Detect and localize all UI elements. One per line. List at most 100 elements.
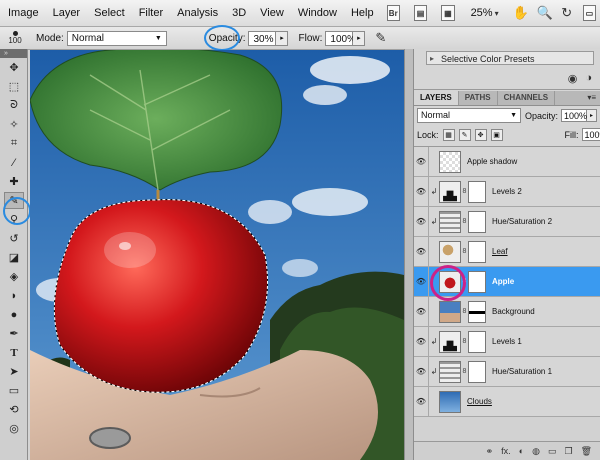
opacity-field[interactable]: 30% xyxy=(248,30,277,46)
layer-opacity-slider-button[interactable]: ▸ xyxy=(587,109,598,122)
layer-apple-shadow[interactable]: 👁 Apple shadow xyxy=(414,146,600,177)
fill-field[interactable]: 100% xyxy=(581,128,600,141)
flow-field[interactable]: 100% xyxy=(325,30,356,46)
adjustment-layer-icon[interactable]: ◉ xyxy=(568,72,578,85)
move-tool-icon[interactable]: ✥ xyxy=(4,59,24,76)
link-icon[interactable]: 8 xyxy=(461,308,468,315)
panel-menu-icon[interactable]: ▾≡ xyxy=(587,91,600,105)
layer-clouds[interactable]: 👁 Clouds xyxy=(414,386,600,417)
visibility-eye-icon[interactable]: 👁 xyxy=(414,386,429,417)
visibility-eye-icon[interactable]: 👁 xyxy=(414,176,429,207)
visibility-eye-icon[interactable]: 👁 xyxy=(414,266,429,297)
layer-levels-1[interactable]: 👁 ↲ ▟▙ 8 Levels 1 xyxy=(414,326,600,357)
visibility-eye-icon[interactable]: 👁 xyxy=(414,146,429,177)
blur-tool-icon[interactable]: ◗ xyxy=(4,287,24,304)
new-adjustment-layer-icon[interactable]: ◍ xyxy=(532,446,540,457)
lock-position-icon[interactable]: ✥ xyxy=(474,128,487,141)
lock-all-icon[interactable]: ▣ xyxy=(490,128,503,141)
layer-background[interactable]: 👁 8 Background xyxy=(414,296,600,327)
3d-orbit-tool-icon[interactable]: ◎ xyxy=(4,420,24,437)
menu-bar: Image Layer Select Filter Analysis 3D Vi… xyxy=(0,0,600,27)
brush-tool-icon[interactable]: ✎ xyxy=(4,192,24,209)
link-icon[interactable]: 8 xyxy=(461,218,468,225)
shape-tool-icon[interactable]: ▭ xyxy=(4,382,24,399)
path-selection-tool-icon[interactable]: ➤ xyxy=(4,363,24,380)
lock-transparent-icon[interactable]: ▦ xyxy=(442,128,455,141)
layer-thumbnail xyxy=(439,390,461,413)
screen-mode-icon[interactable]: ▭ xyxy=(582,5,597,21)
extras-icon[interactable]: ▤ xyxy=(413,5,428,21)
layer-opacity-field[interactable]: 100% xyxy=(561,109,587,122)
menu-view[interactable]: View xyxy=(253,0,291,26)
zoom-tool-icon[interactable]: 🔍 xyxy=(537,5,553,21)
link-icon[interactable]: 8 xyxy=(461,188,468,195)
opacity-slider-button[interactable]: ▸ xyxy=(276,30,289,46)
dodge-tool-icon[interactable]: ● xyxy=(4,306,24,323)
link-icon[interactable]: 8 xyxy=(461,368,468,375)
blend-mode-select[interactable]: Normal ▼ xyxy=(417,108,521,123)
lock-image-icon[interactable]: ✎ xyxy=(458,128,471,141)
layer-hue-saturation-2[interactable]: 👁 ↲ 8 Hue/Saturation 2 xyxy=(414,206,600,237)
paint-bucket-tool-icon[interactable]: ◈ xyxy=(4,268,24,285)
new-group-icon[interactable]: ▭ xyxy=(548,446,557,457)
healing-brush-tool-icon[interactable]: ✚ xyxy=(4,173,24,190)
visibility-eye-icon[interactable]: 👁 xyxy=(414,326,429,357)
history-brush-tool-icon[interactable]: ↺ xyxy=(4,230,24,247)
layer-leaf[interactable]: 👁 8 Leaf xyxy=(414,236,600,267)
selective-color-presets[interactable]: Selective Color Presets xyxy=(426,51,594,66)
zoom-dropdown-icon[interactable]: ▾ xyxy=(495,9,499,18)
visibility-eye-icon[interactable]: 👁 xyxy=(414,206,429,237)
toolbox-header[interactable]: » xyxy=(0,49,27,58)
arrange-documents-icon[interactable]: ▦ xyxy=(441,5,455,21)
layer-levels-2[interactable]: 👁 ↲ ▟▙ 8 Levels 2 xyxy=(414,176,600,207)
add-mask-icon[interactable]: ◐ xyxy=(519,446,524,456)
menu-3d[interactable]: 3D xyxy=(225,0,253,26)
link-layers-icon[interactable]: ⚭ xyxy=(486,446,494,457)
clone-stamp-tool-icon[interactable]: ⚲ xyxy=(4,211,24,228)
bridge-icon[interactable]: Br xyxy=(386,5,400,21)
crop-tool-icon[interactable]: ⌗ xyxy=(4,135,24,152)
visibility-eye-icon[interactable]: 👁 xyxy=(414,236,429,267)
type-tool-icon[interactable]: T xyxy=(4,344,24,361)
3d-rotate-tool-icon[interactable]: ⟲ xyxy=(4,401,24,418)
layer-style-icon[interactable]: fx. xyxy=(501,446,511,456)
menu-window[interactable]: Window xyxy=(291,0,344,26)
menu-layer[interactable]: Layer xyxy=(46,0,88,26)
hand-tool-icon[interactable]: ✋ xyxy=(513,5,529,21)
clipping-arrow-icon: ↲ xyxy=(430,187,438,196)
tab-channels[interactable]: CHANNELS xyxy=(498,91,556,105)
tab-layers[interactable]: LAYERS xyxy=(414,91,459,105)
menu-filter[interactable]: Filter xyxy=(132,0,170,26)
layer-hue-saturation-1[interactable]: 👁 ↲ 8 Hue/Saturation 1 xyxy=(414,356,600,387)
rotate-view-icon[interactable]: ↻ xyxy=(561,5,573,21)
marquee-tool-icon[interactable]: ⬚ xyxy=(4,78,24,95)
eraser-tool-icon[interactable]: ◪ xyxy=(4,249,24,266)
document-canvas[interactable] xyxy=(30,50,404,460)
adjustments-presets: Selective Color Presets ◉ ◑ xyxy=(414,49,600,90)
eyedropper-tool-icon[interactable]: ⁄ xyxy=(4,154,24,171)
link-icon[interactable]: 8 xyxy=(461,278,468,285)
zoom-level[interactable]: 25% xyxy=(471,7,493,19)
visibility-eye-icon[interactable]: 👁 xyxy=(414,356,429,387)
link-icon[interactable]: 8 xyxy=(461,248,468,255)
quick-selection-tool-icon[interactable]: ✧ xyxy=(4,116,24,133)
pen-tool-icon[interactable]: ✒ xyxy=(4,325,24,342)
airbrush-icon[interactable]: ✎ xyxy=(375,30,386,46)
lasso-tool-icon[interactable]: ᘐ xyxy=(4,97,24,114)
tab-paths[interactable]: PATHS xyxy=(459,91,498,105)
menu-analysis[interactable]: Analysis xyxy=(170,0,225,26)
menu-help[interactable]: Help xyxy=(344,0,381,26)
adjustment-mask-icon[interactable]: ◑ xyxy=(585,72,592,85)
new-layer-icon[interactable]: ❐ xyxy=(564,446,572,457)
visibility-eye-icon[interactable]: 👁 xyxy=(414,296,429,327)
menu-select[interactable]: Select xyxy=(87,0,132,26)
mode-select[interactable]: Normal ▼ xyxy=(66,30,167,46)
flow-slider-button[interactable]: ▸ xyxy=(353,30,366,46)
menu-image[interactable]: Image xyxy=(0,0,46,26)
layer-apple[interactable]: 👁 8 Apple xyxy=(414,266,600,297)
link-icon[interactable]: 8 xyxy=(461,338,468,345)
delete-layer-icon[interactable]: 🗑 xyxy=(581,446,592,457)
brush-preset-picker[interactable]: 100 xyxy=(0,31,30,45)
layers-tabs: LAYERS PATHS CHANNELS ▾≡ xyxy=(414,91,600,106)
panel-dock-strip[interactable] xyxy=(404,49,414,460)
